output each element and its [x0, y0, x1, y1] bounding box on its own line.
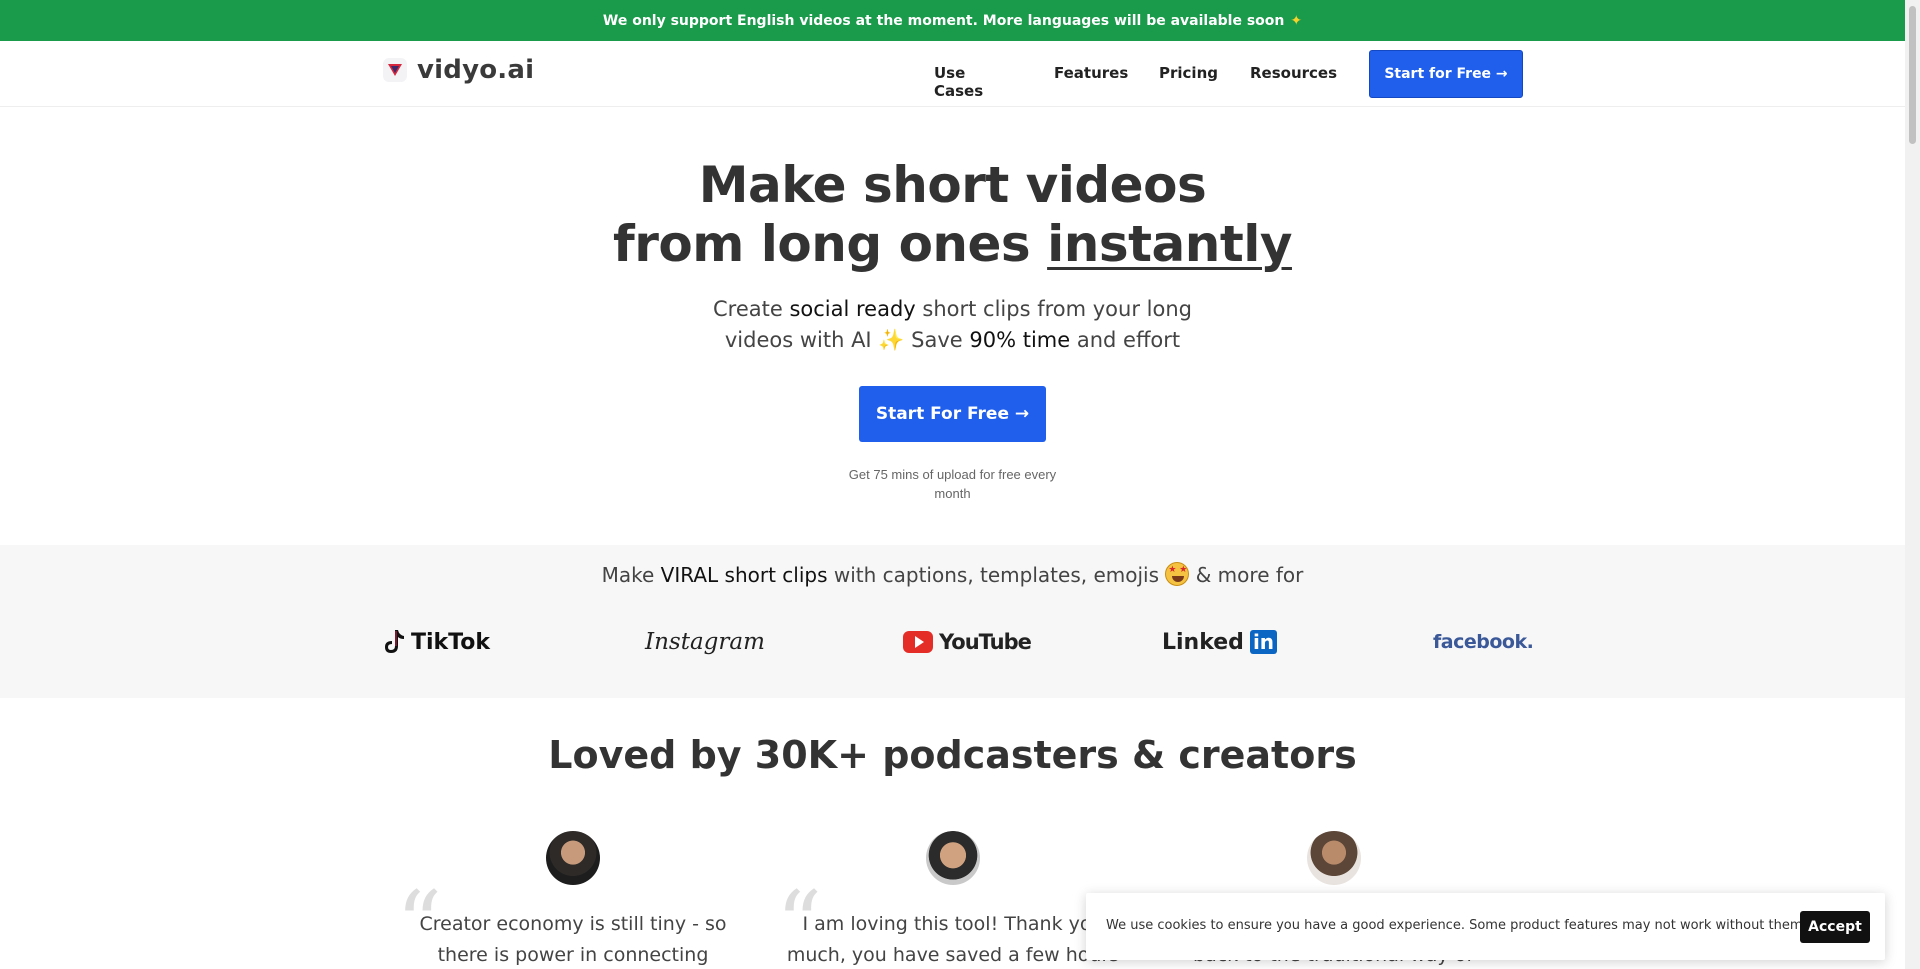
- hero-start-free-button[interactable]: Start For Free →: [859, 386, 1046, 442]
- vidyo-logo-icon: [383, 58, 407, 82]
- nav-use-cases[interactable]: Use Cases: [934, 64, 983, 100]
- testimonials-heading: Loved by 30K+ podcasters & creators: [548, 733, 1357, 777]
- quote-line: Creator economy is still tiny - so: [419, 913, 727, 935]
- page-scrollbar[interactable]: [1905, 0, 1920, 969]
- brand-name: vidyo.ai: [417, 55, 535, 85]
- youtube-logo: YouTube: [903, 625, 1032, 659]
- instagram-logo: Instagram: [645, 629, 765, 655]
- nav-pricing[interactable]: Pricing: [1159, 64, 1218, 82]
- sparkles-icon: ✨: [878, 328, 905, 352]
- head-text: & more for: [1189, 563, 1304, 587]
- nav-start-free-button[interactable]: Start for Free →: [1369, 50, 1523, 98]
- nav-features[interactable]: Features: [1054, 64, 1128, 82]
- facebook-logo: facebook.: [1433, 631, 1534, 653]
- quote-line: there is power in connecting: [437, 944, 709, 966]
- hero-subtitle-line1: Create social ready short clips from you…: [0, 294, 1905, 325]
- tiktok-icon: [385, 630, 404, 653]
- sub-text: short clips from your long: [915, 297, 1192, 321]
- hero-note-line2: month: [934, 486, 971, 501]
- head-text: Make: [601, 563, 661, 587]
- cookie-accept-button[interactable]: Accept: [1800, 911, 1870, 943]
- hero-title-line2: from long ones instantly: [0, 215, 1905, 273]
- avatar: [546, 831, 600, 885]
- head-text: with captions, templates, emojis: [827, 563, 1166, 587]
- tiktok-logo: TikTok: [383, 625, 490, 659]
- sub-text: Save: [904, 328, 970, 352]
- youtube-play-icon: [903, 631, 933, 653]
- tiktok-label: TikTok: [411, 629, 491, 655]
- linkedin-in-icon: in: [1249, 630, 1278, 654]
- sub-emphasis: 90% time: [969, 328, 1071, 352]
- hero-subtitle-line2: videos with AI ✨ Save 90% time and effor…: [0, 325, 1905, 356]
- linkedin-label: Linked: [1162, 629, 1244, 655]
- sub-text: Create: [713, 297, 790, 321]
- linkedin-logo: Linked in: [1162, 625, 1278, 659]
- hero-note-line1: Get 75 mins of upload for free every: [848, 467, 1057, 482]
- avatar: [1307, 831, 1361, 885]
- testimonial-quote: I am loving this tool! Thank you much, y…: [773, 909, 1133, 969]
- head-emphasis: VIRAL short clips: [660, 563, 828, 587]
- nav-resources[interactable]: Resources: [1250, 64, 1337, 82]
- sparkle-icon: ✦: [1290, 12, 1303, 29]
- avatar: [926, 831, 980, 885]
- quote-line: much, you have saved a few hours: [786, 944, 1120, 966]
- top-nav: vidyo.ai Use Cases Features Pricing Reso…: [0, 41, 1905, 107]
- star-struck-emoji-icon: [1165, 562, 1190, 586]
- platforms-heading: Make VIRAL short clips with captions, te…: [0, 562, 1905, 587]
- platforms-section: Make VIRAL short clips with captions, te…: [0, 545, 1905, 698]
- sub-text: videos with AI: [724, 328, 879, 352]
- scrollbar-thumb[interactable]: [1909, 6, 1916, 144]
- sub-text: and effort: [1070, 328, 1181, 352]
- announcement-bar: We only support English videos at the mo…: [0, 0, 1905, 41]
- hero-title-underlined: instantly: [1047, 215, 1292, 273]
- announcement-text: We only support English videos at the mo…: [602, 12, 1285, 29]
- hero-title-line1: Make short videos: [698, 156, 1207, 214]
- cookie-banner: We use cookies to ensure you have a good…: [1086, 893, 1885, 960]
- hero-title-prefix: from long ones: [613, 215, 1048, 273]
- quote-line: I am loving this tool! Thank you: [802, 913, 1104, 935]
- sub-emphasis: social ready: [789, 297, 916, 321]
- testimonial-quote: Creator economy is still tiny - so there…: [393, 909, 753, 969]
- brand[interactable]: vidyo.ai: [383, 55, 534, 85]
- cookie-text: We use cookies to ensure you have a good…: [1106, 918, 1807, 933]
- youtube-label: YouTube: [939, 630, 1032, 654]
